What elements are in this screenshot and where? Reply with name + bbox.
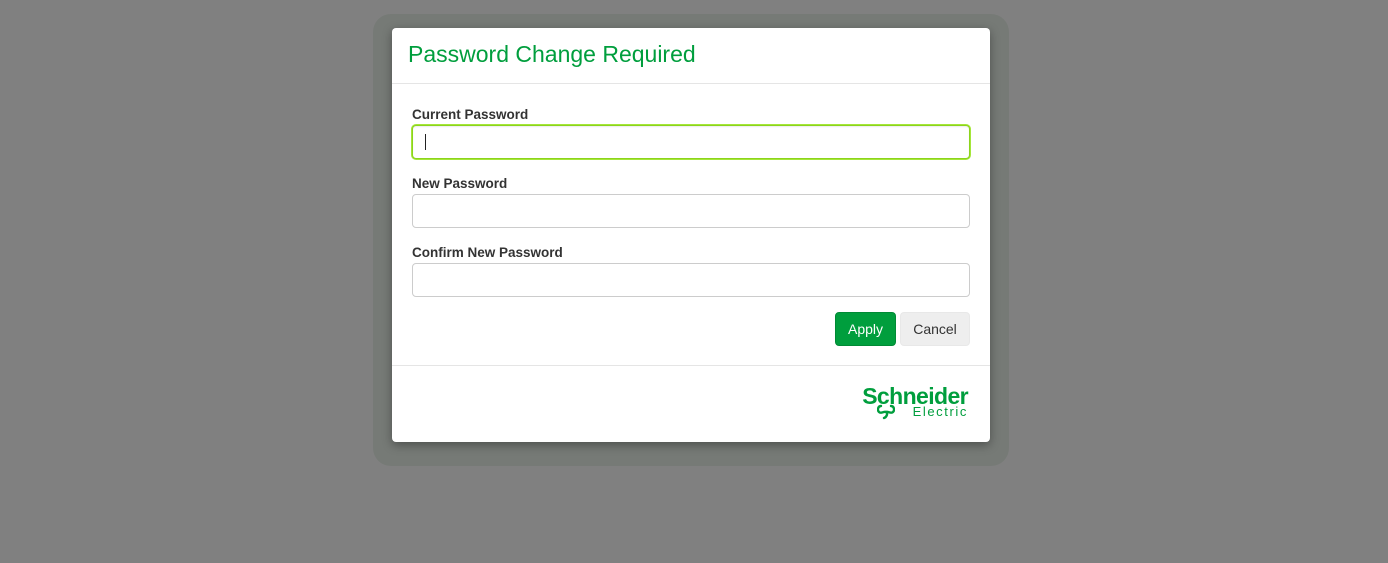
current-password-field[interactable] [412,125,970,159]
schneider-electric-logo: Schneider Electric [848,384,969,422]
confirm-password-field[interactable] [412,263,970,297]
logo-mark-icon [877,404,895,420]
current-password-label: Current Password [412,107,529,122]
dialog-title: Password Change Required [408,41,696,67]
new-password-label: New Password [412,176,508,191]
logo-wordmark-line2: Electric [912,404,968,419]
text-cursor [425,134,426,150]
apply-button[interactable]: Apply [835,312,896,346]
dialog-body: Current Password New Password Confirm Ne… [392,84,990,366]
cancel-button[interactable]: Cancel [900,312,970,346]
dialog-footer: Schneider Electric [392,366,990,441]
confirm-password-label: Confirm New Password [412,245,563,260]
password-change-dialog: Password Change Required Current Passwor… [392,28,990,442]
dialog-header: Password Change Required [392,28,990,84]
new-password-field[interactable] [412,194,970,228]
